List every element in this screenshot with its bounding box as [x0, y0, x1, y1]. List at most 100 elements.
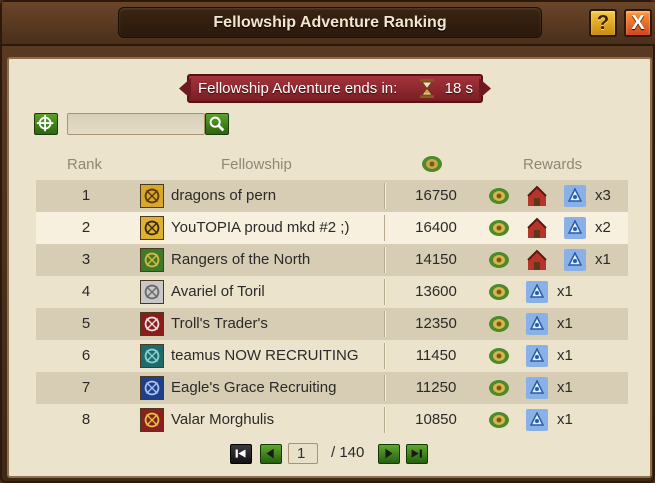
reward-multiplier: x2	[595, 219, 611, 236]
score-cell: 10850	[415, 411, 457, 428]
blue-eagle-crest-icon	[140, 376, 164, 400]
reward-multiplier: x1	[595, 251, 611, 268]
gold-dragon-crest-icon	[140, 184, 164, 208]
table-row[interactable]: 3 Rangers of the North 14150 x1	[36, 244, 628, 276]
fellowship-name[interactable]: teamus NOW RECRUITING	[171, 340, 359, 372]
locate-my-fellowship-button[interactable]	[34, 113, 58, 135]
magnifier-icon	[209, 116, 225, 132]
column-divider	[384, 247, 385, 273]
first-page-button[interactable]	[230, 444, 252, 464]
fellowship-name[interactable]: Eagle's Grace Recruiting	[171, 372, 336, 404]
rune-shard-icon[interactable]	[563, 248, 587, 272]
reward-multiplier: x1	[557, 347, 573, 364]
fellowship-name[interactable]: Valar Morghulis	[171, 404, 274, 436]
hourglass-icon	[420, 79, 434, 98]
reward-multiplier: x1	[557, 315, 573, 332]
rank-cell: 1	[81, 187, 91, 204]
laurel-trophy-icon[interactable]	[487, 216, 511, 240]
table-row[interactable]: 5 Troll's Trader's 12350 x1	[36, 308, 628, 340]
red-wreath-crest-icon	[140, 312, 164, 336]
column-divider	[384, 407, 385, 433]
previous-page-button[interactable]	[260, 444, 282, 464]
laurel-trophy-icon[interactable]	[487, 408, 511, 432]
search-input[interactable]	[67, 113, 205, 135]
rank-column-header: Rank	[67, 156, 103, 173]
fellowship-name[interactable]: YouTOPIA proud mkd #2 ;)	[171, 212, 349, 244]
rune-shard-icon[interactable]	[525, 312, 549, 336]
teal-swords-crest-icon	[140, 344, 164, 368]
table-row[interactable]: 1 dragons of pern 16750 x3	[36, 180, 628, 212]
fellowship-name[interactable]: dragons of pern	[171, 180, 276, 212]
reward-multiplier: x1	[557, 283, 573, 300]
laurel-trophy-icon[interactable]	[487, 312, 511, 336]
laurel-trophy-icon[interactable]	[487, 248, 511, 272]
timer-banner: Fellowship Adventure ends in: 18 s	[179, 74, 491, 103]
ranking-table: 1 dragons of pern 16750 x3 2 YouTOPIA prou…	[36, 180, 628, 436]
table-row[interactable]: 6 teamus NOW RECRUITING 11450 x1	[36, 340, 628, 372]
rank-cell: 8	[81, 411, 91, 428]
fellowship-name[interactable]: Troll's Trader's	[171, 308, 268, 340]
house-icon[interactable]	[525, 184, 549, 208]
laurel-trophy-icon[interactable]	[487, 280, 511, 304]
rune-shard-icon[interactable]	[525, 408, 549, 432]
silver-crest-icon	[140, 280, 164, 304]
first-page-icon	[235, 449, 246, 458]
help-button[interactable]: ?	[589, 9, 617, 37]
window-title: Fellowship Adventure Ranking	[118, 7, 542, 38]
score-cell: 16400	[415, 219, 457, 236]
search-button[interactable]	[205, 113, 229, 135]
reward-multiplier: x1	[557, 411, 573, 428]
score-laurel-icon	[422, 156, 442, 172]
table-row[interactable]: 8 Valar Morghulis 10850 x1	[36, 404, 628, 436]
table-row[interactable]: 2 YouTOPIA proud mkd #2 ;) 16400 x2	[36, 212, 628, 244]
window-header: Fellowship Adventure Ranking ? X	[2, 2, 655, 46]
reward-multiplier: x1	[557, 379, 573, 396]
score-cell: 12350	[415, 315, 457, 332]
score-cell: 11450	[415, 347, 457, 364]
laurel-trophy-icon[interactable]	[487, 376, 511, 400]
arrow-left-icon	[266, 448, 274, 459]
column-divider	[384, 311, 385, 337]
rune-shard-icon[interactable]	[563, 184, 587, 208]
rank-cell: 6	[81, 347, 91, 364]
fellowship-name[interactable]: Avariel of Toril	[171, 276, 265, 308]
rank-cell: 7	[81, 379, 91, 396]
page-total: / 140	[331, 444, 365, 461]
red-swords-crest-icon	[140, 408, 164, 432]
fellowship-column-header: Fellowship	[221, 156, 292, 173]
rune-shard-icon[interactable]	[525, 344, 549, 368]
column-divider	[384, 343, 385, 369]
column-divider	[384, 375, 385, 401]
rune-shard-icon[interactable]	[525, 376, 549, 400]
next-page-button[interactable]	[378, 444, 400, 464]
column-divider	[384, 183, 385, 209]
timer-label: Fellowship Adventure ends in:	[198, 80, 398, 97]
rune-shard-icon[interactable]	[525, 280, 549, 304]
table-row[interactable]: 4 Avariel of Toril 13600 x1	[36, 276, 628, 308]
arrow-right-icon	[385, 448, 393, 459]
house-icon[interactable]	[525, 216, 549, 240]
column-divider	[384, 215, 385, 241]
reward-multiplier: x3	[595, 187, 611, 204]
rewards-column-header: Rewards	[523, 156, 583, 173]
rune-shard-icon[interactable]	[563, 216, 587, 240]
score-cell: 11250	[415, 379, 457, 396]
laurel-trophy-icon[interactable]	[487, 184, 511, 208]
rank-cell: 4	[81, 283, 91, 300]
window-frame: Fellowship Adventure Ranking ? X Fellows…	[0, 0, 655, 483]
score-cell: 14150	[415, 251, 457, 268]
rank-cell: 2	[81, 219, 91, 236]
rank-cell: 5	[81, 315, 91, 332]
laurel-trophy-icon[interactable]	[487, 344, 511, 368]
table-row[interactable]: 7 Eagle's Grace Recruiting 11250 x1	[36, 372, 628, 404]
crosshair-icon	[36, 114, 54, 132]
timer-value: 18 s	[444, 80, 473, 97]
score-cell: 16750	[415, 187, 457, 204]
page-number-input[interactable]	[288, 443, 318, 464]
column-divider	[384, 279, 385, 305]
close-button[interactable]: X	[624, 9, 652, 37]
fellowship-name[interactable]: Rangers of the North	[171, 244, 310, 276]
score-cell: 13600	[415, 283, 457, 300]
house-icon[interactable]	[525, 248, 549, 272]
last-page-button[interactable]	[406, 444, 428, 464]
